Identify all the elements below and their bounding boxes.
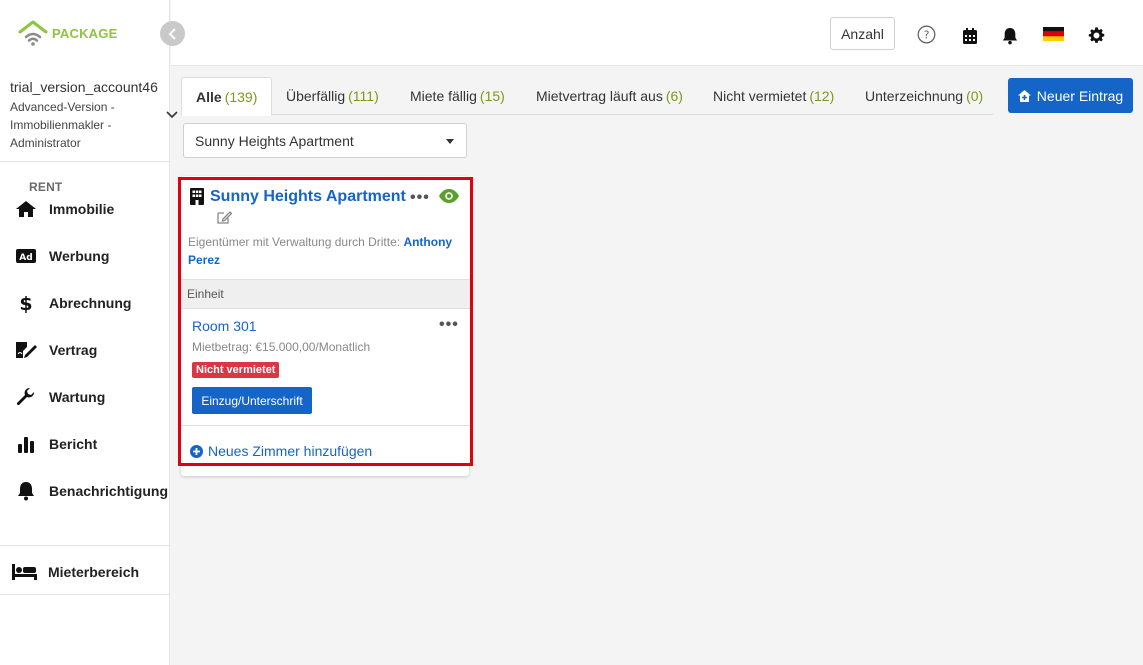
room-name-link[interactable]: Room 301 [192, 318, 257, 334]
count-button[interactable]: Anzahl [830, 17, 895, 50]
sidebar: RENT PACKAGE trial_version_account46 Adva… [0, 0, 178, 665]
logo[interactable]: RENT PACKAGE [18, 20, 118, 195]
sidebar-item-abrechnung[interactable]: $ Abrechnung [0, 279, 170, 326]
property-title-link[interactable]: Sunny Heights Apartment [210, 188, 406, 206]
svg-text:Ad: Ad [19, 253, 32, 263]
unit-section-header: Einheit [181, 279, 470, 309]
tab-ueberfaellig[interactable]: Überfällig (111) [286, 77, 379, 115]
tab-miete-faellig[interactable]: Miete fällig (15) [410, 77, 505, 115]
divider [0, 545, 170, 546]
add-home-icon [1017, 89, 1031, 102]
svg-text:?: ? [923, 28, 929, 41]
chevron-left-icon [168, 27, 176, 40]
sidebar-item-werbung[interactable]: Ad Werbung [0, 232, 170, 279]
sidebar-item-mieterbereich[interactable]: Mieterbereich [0, 549, 170, 595]
sidebar-item-label: Benachrichtigung [49, 482, 169, 499]
bar-chart-icon [14, 434, 38, 454]
divider [0, 594, 170, 595]
divider [181, 425, 470, 426]
ad-icon: Ad [14, 246, 38, 266]
eye-icon[interactable] [439, 189, 459, 208]
status-badge: Nicht vermietet [192, 362, 280, 378]
account-name: trial_version_account46 [10, 79, 158, 95]
plus-circle-icon [190, 444, 203, 458]
room-more-options-icon[interactable]: ••• [439, 316, 459, 334]
room-rent: Mietbetrag: €15.000,00/Monatlich [192, 340, 371, 354]
property-select-value: Sunny Heights Apartment [195, 132, 354, 149]
sidebar-item-label: Immobilie [49, 200, 115, 217]
collapse-sidebar-button[interactable] [160, 21, 185, 46]
status-tabs: Alle (139) Überfällig (111) Miete fällig (1… [181, 77, 993, 116]
owner-info: Eigentümer mit Verwaltung durch Dritte: … [188, 235, 453, 267]
logo-text: RENT PACKAGE [29, 25, 118, 195]
german-flag-icon[interactable] [1043, 27, 1064, 41]
tab-alle[interactable]: Alle (139) [181, 77, 273, 116]
building-icon [190, 188, 204, 210]
help-icon[interactable]: ? [916, 24, 936, 44]
chevron-down-icon[interactable] [166, 111, 178, 119]
add-room-link[interactable]: Neues Zimmer hinzufügen [190, 443, 372, 459]
new-entry-button[interactable]: Neuer Eintrag [1008, 78, 1133, 113]
account-role: Advanced-Version - Immobilienmakler - Ad… [10, 100, 115, 150]
topbar: Anzahl ? [171, 0, 1143, 66]
move-in-sign-button[interactable]: Einzug/Unterschrift [192, 387, 312, 414]
sidebar-item-wartung[interactable]: Wartung [0, 373, 170, 420]
contract-icon [14, 340, 38, 360]
logo-house-wifi-icon [18, 20, 48, 46]
notification-bell-icon[interactable] [1000, 26, 1020, 46]
caret-down-icon [446, 139, 454, 144]
sidebar-item-vertrag[interactable]: Vertrag [0, 326, 170, 373]
sidebar-item-label: Bericht [49, 435, 98, 452]
property-card: Sunny Heights Apartment ••• Eigentümer m… [178, 177, 473, 466]
tab-unterzeichnung[interactable]: Unterzeichnung (0) [865, 77, 983, 115]
edit-icon[interactable] [217, 210, 233, 229]
divider [0, 161, 170, 162]
home-icon [14, 199, 38, 219]
dollar-icon: $ [14, 293, 38, 313]
sidebar-item-label: Mieterbereich [48, 564, 140, 580]
new-entry-label: Neuer Eintrag [1036, 87, 1124, 104]
settings-gear-icon[interactable] [1086, 25, 1106, 45]
wrench-icon [14, 387, 38, 407]
calendar-icon[interactable] [960, 26, 980, 46]
tab-mietvertrag-laeuft-aus[interactable]: Mietvertrag läuft aus (6) [536, 77, 683, 115]
sidebar-item-label: Abrechnung [49, 294, 132, 311]
sidebar-item-label: Werbung [49, 247, 110, 264]
tab-nicht-vermietet[interactable]: Nicht vermietet (12) [713, 77, 834, 115]
bed-icon [12, 564, 37, 580]
sidebar-item-bericht[interactable]: Bericht [0, 420, 170, 467]
sidebar-nav: Immobilie Ad Werbung $ Abrechnung Vertra… [0, 185, 170, 514]
svg-text:$: $ [19, 293, 32, 313]
sidebar-item-label: Wartung [49, 388, 106, 405]
more-options-icon[interactable]: ••• [410, 189, 430, 207]
bell-icon [14, 481, 38, 501]
sidebar-item-benachrichtigung[interactable]: Benachrichtigung [0, 467, 170, 514]
account-info[interactable]: trial_version_account46 Advanced-Version… [10, 78, 160, 152]
sidebar-item-label: Vertrag [49, 341, 98, 358]
sidebar-item-immobilie[interactable]: Immobilie [0, 185, 170, 232]
property-select[interactable]: Sunny Heights Apartment [183, 123, 467, 158]
